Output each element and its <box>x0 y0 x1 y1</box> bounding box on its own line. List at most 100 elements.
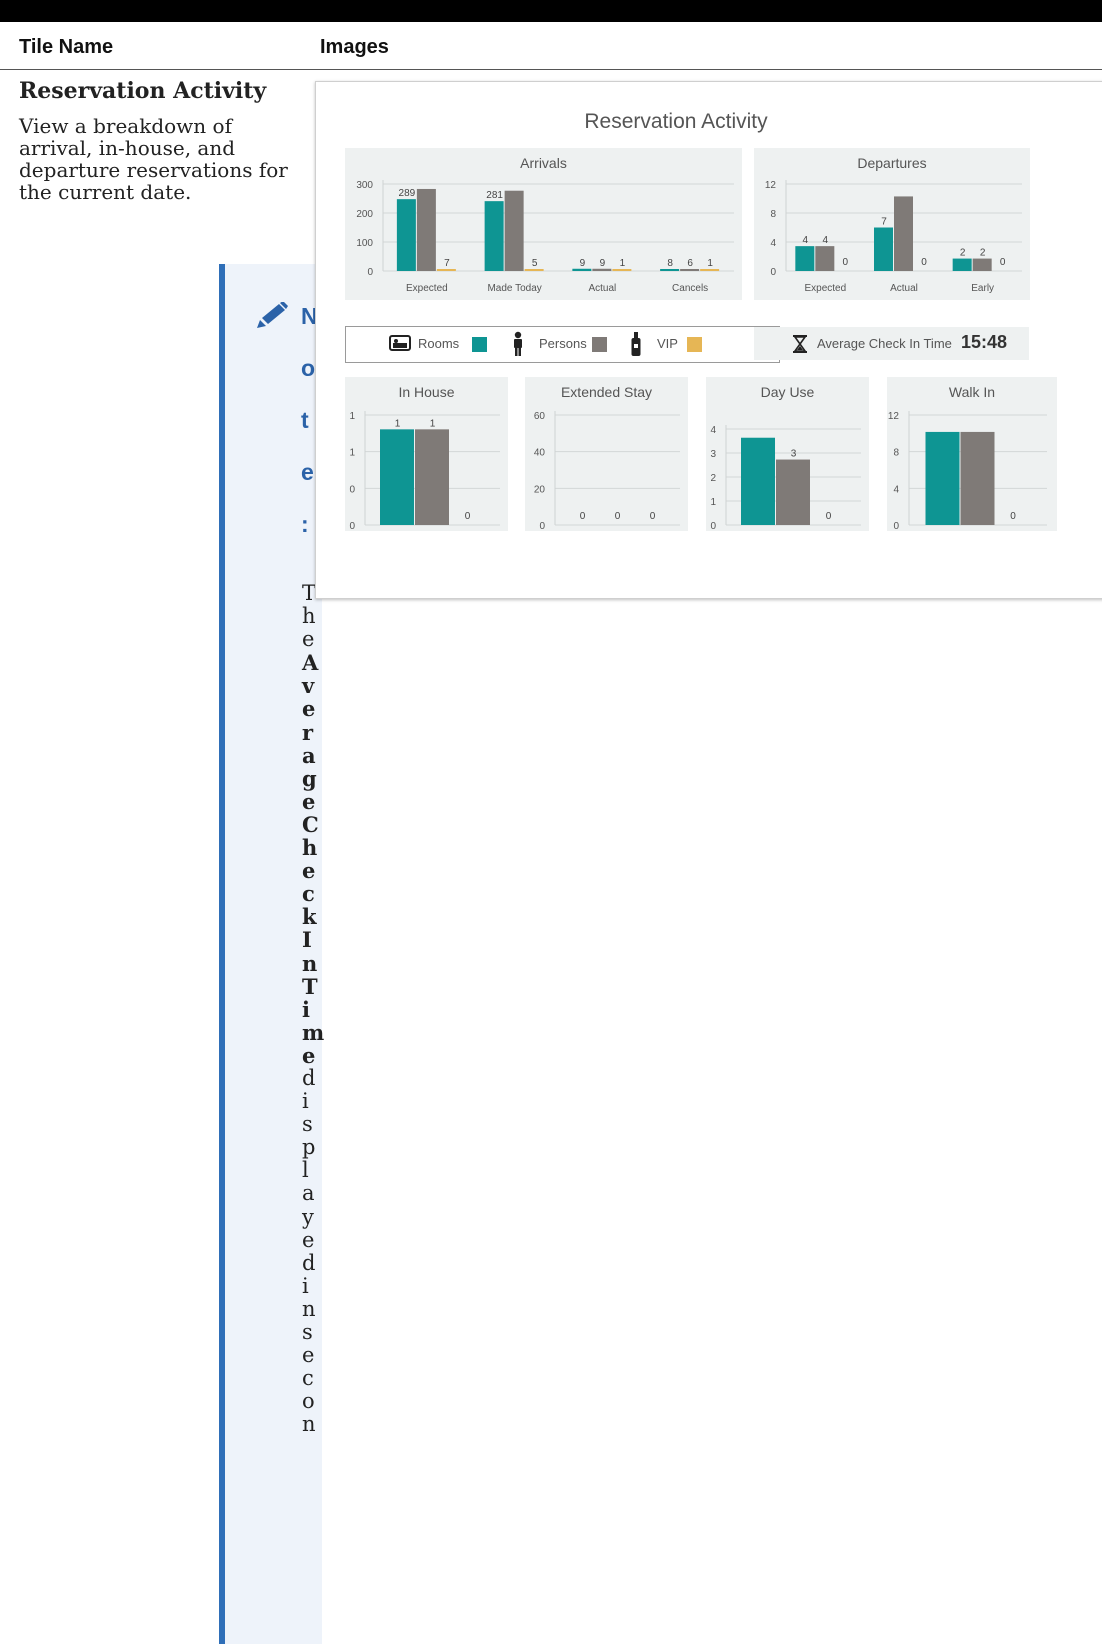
chart-title: Walk In <box>949 384 995 400</box>
departures-chart: Departures 0 4 8 12 4 4 0 Expected 7 0 Actual 2 2 0 Ear… <box>754 148 1030 300</box>
y-tick-label: 4 <box>770 238 776 249</box>
note-body-letter: e <box>302 696 316 722</box>
y-tick-label: 0 <box>349 484 355 495</box>
category-label: Expected <box>406 283 448 294</box>
tile-screenshot-title: Reservation Activity <box>584 110 768 133</box>
bar-persons <box>972 258 992 271</box>
note-box: Note: TheAverageCheckInTimedisplayedinse… <box>219 264 324 1644</box>
bar-rooms <box>952 258 972 271</box>
chart-title: Extended Stay <box>561 384 652 400</box>
hourglass-icon <box>793 335 807 353</box>
y-tick-label: 0 <box>710 521 716 531</box>
bar-persons <box>815 246 835 271</box>
average-check-in-label: Average Check In Time <box>817 336 952 351</box>
day-use-chart: Day Use 0 1 2 3 4 3 0 <box>706 377 869 531</box>
bar-rooms <box>484 201 504 271</box>
bar-rooms <box>741 437 775 525</box>
note-body-letter: y <box>302 1204 314 1229</box>
note-body-letter: e <box>302 1343 315 1368</box>
bar-rooms <box>925 431 960 525</box>
y-tick-label: 60 <box>534 411 546 422</box>
bar-persons <box>592 268 612 271</box>
y-tick-label: 40 <box>534 448 546 459</box>
chart-title: Arrivals <box>520 155 567 171</box>
y-tick-label: 3 <box>710 449 716 460</box>
bar-vip <box>612 269 632 271</box>
average-check-in-value: 15:48 <box>961 332 1008 352</box>
note-body-letter: d <box>302 1250 316 1275</box>
bottle-icon <box>631 332 641 356</box>
bar-rooms <box>795 246 815 271</box>
data-label: 9 <box>580 258 586 269</box>
data-label: 8 <box>667 258 673 269</box>
data-label: 4 <box>823 235 829 246</box>
data-label: 5 <box>532 258 538 269</box>
data-label: 0 <box>580 511 586 522</box>
chart-title: Departures <box>857 155 926 171</box>
note-body-letter: a <box>302 742 316 768</box>
chart-title: In House <box>398 384 454 400</box>
header-images: Images <box>320 36 389 58</box>
data-label: 0 <box>921 257 927 268</box>
data-label: 0 <box>650 511 656 522</box>
data-label: 0 <box>465 511 471 522</box>
data-label: 0 <box>826 511 832 522</box>
data-label: 6 <box>687 258 693 269</box>
note-body-letter: i <box>302 1089 309 1114</box>
note-body-letter: e <box>302 627 315 652</box>
data-label: 4 <box>803 235 809 246</box>
y-tick-label: 0 <box>367 267 373 278</box>
y-tick-label: 100 <box>356 238 373 249</box>
note-body-letter: h <box>302 835 318 861</box>
bar-persons <box>894 196 913 271</box>
note-body-letter: C <box>302 811 319 837</box>
data-label: 7 <box>881 217 887 228</box>
note-body-letter: s <box>302 1112 313 1137</box>
note-body-letter: r <box>302 719 314 745</box>
data-label: 0 <box>1000 257 1006 268</box>
legend-vip-label: VIP <box>657 336 678 351</box>
bar-vip <box>436 269 456 271</box>
bar-persons <box>680 269 700 271</box>
data-label: 3 <box>791 449 797 460</box>
bar-persons <box>504 190 524 271</box>
note-body-letter: e <box>302 1042 316 1068</box>
note-body-letter: e <box>302 858 316 884</box>
y-tick-label: 12 <box>765 180 777 191</box>
note-body-letter: n <box>302 950 318 976</box>
note-body-letter: p <box>302 1135 316 1160</box>
data-label: 1 <box>430 418 436 429</box>
note-body-letter: c <box>302 1366 314 1391</box>
y-tick-label: 12 <box>888 411 900 422</box>
bar-vip <box>524 269 544 271</box>
legend-persons-label: Persons <box>539 336 587 351</box>
note-body-letter: k <box>302 904 317 930</box>
bar-rooms <box>380 429 414 525</box>
y-tick-label: 0 <box>893 521 899 531</box>
note-body-letter: n <box>302 1412 316 1437</box>
bar-persons <box>960 431 995 525</box>
y-tick-label: 1 <box>710 497 716 508</box>
note-body-letter: c <box>302 881 315 907</box>
average-check-in-panel: Average Check In Time 15:48 <box>754 327 1029 360</box>
bar-rooms <box>396 199 416 271</box>
bar-rooms <box>874 227 893 271</box>
y-tick-label: 8 <box>893 448 899 459</box>
legend-vip-swatch <box>687 337 702 352</box>
y-tick-label: 200 <box>356 209 373 220</box>
data-label: 2 <box>980 248 986 259</box>
extended-stay-chart: Extended Stay 0 20 40 60 0 0 0 <box>525 377 688 531</box>
tile-description: View a breakdown of arrival, in-house, a… <box>19 114 288 204</box>
y-tick-label: 20 <box>534 484 546 495</box>
data-label: 281 <box>486 190 503 201</box>
person-icon <box>514 331 522 356</box>
note-body-letter: I <box>302 927 312 953</box>
bar-persons <box>415 429 449 525</box>
header-divider <box>0 69 1102 70</box>
legend-persons-swatch <box>592 337 607 352</box>
y-tick-label: 1 <box>349 448 355 459</box>
in-house-chart: In House 0 0 1 1 1 1 0 <box>345 377 508 531</box>
y-tick-label: 0 <box>770 267 776 278</box>
y-tick-label: 8 <box>770 209 776 220</box>
note-body-letter: h <box>302 604 316 629</box>
